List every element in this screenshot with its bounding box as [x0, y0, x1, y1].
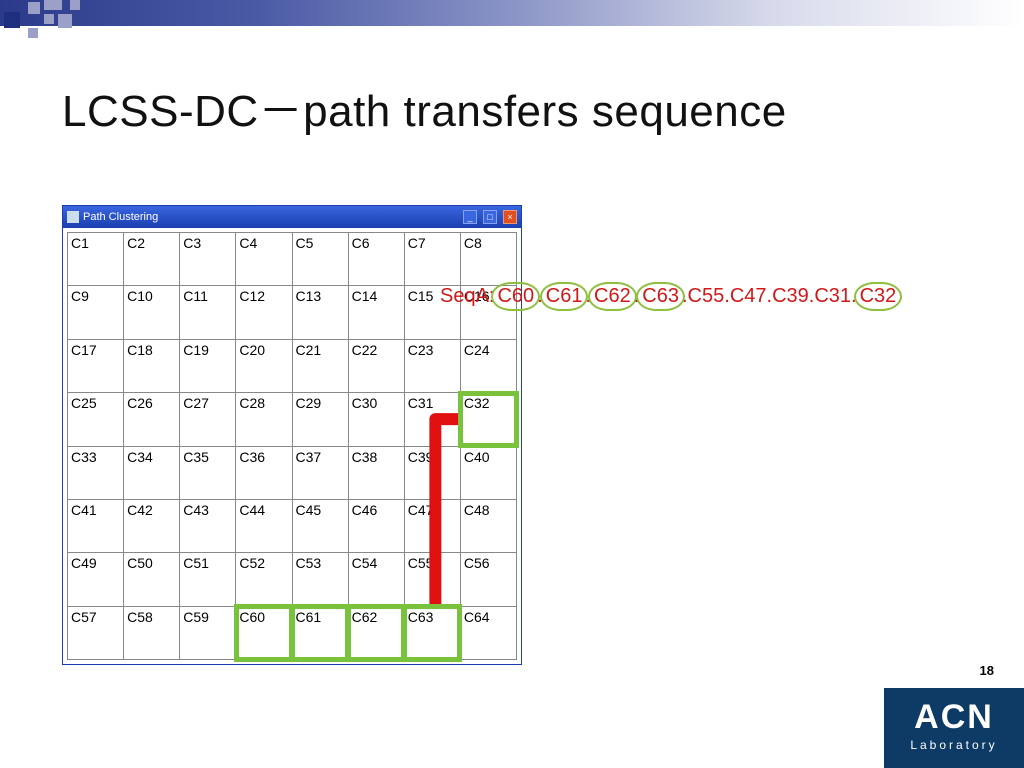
- cell-C46: C46: [348, 499, 404, 552]
- seqa-token-C47: C47: [730, 285, 767, 307]
- cell-C6: C6: [348, 233, 404, 286]
- seqa-token-C55: C55: [688, 285, 725, 307]
- cell-C10: C10: [124, 286, 180, 339]
- cell-C21: C21: [292, 339, 348, 392]
- cell-C45: C45: [292, 499, 348, 552]
- seqa-token-C63: C63: [636, 282, 685, 311]
- cell-C35: C35: [180, 446, 236, 499]
- cell-C52: C52: [236, 553, 292, 606]
- seqa-token-C60: C60: [491, 282, 540, 311]
- seqa-token-C61: C61: [540, 282, 589, 311]
- minimize-button[interactable]: _: [463, 210, 477, 224]
- cell-C54: C54: [348, 553, 404, 606]
- cell-C43: C43: [180, 499, 236, 552]
- cell-C32: C32: [460, 393, 516, 446]
- cell-C28: C28: [236, 393, 292, 446]
- cell-C58: C58: [124, 606, 180, 659]
- cell-C39: C39: [404, 446, 460, 499]
- cell-C38: C38: [348, 446, 404, 499]
- cell-C18: C18: [124, 339, 180, 392]
- cell-C49: C49: [68, 553, 124, 606]
- cell-C62: C62: [348, 606, 404, 659]
- path-clustering-window: Path Clustering _ □ × C1C2C3C4C5C6C7C8 C9…: [62, 205, 522, 665]
- cell-C48: C48: [460, 499, 516, 552]
- cell-C13: C13: [292, 286, 348, 339]
- cell-C57: C57: [68, 606, 124, 659]
- seqa-token-C31: C31: [814, 285, 851, 307]
- cell-C59: C59: [180, 606, 236, 659]
- cell-C31: C31: [404, 393, 460, 446]
- cell-C30: C30: [348, 393, 404, 446]
- cell-C2: C2: [124, 233, 180, 286]
- cell-C11: C11: [180, 286, 236, 339]
- slide-title: LCSS-DC－path transfers sequence: [62, 75, 787, 139]
- cell-C12: C12: [236, 286, 292, 339]
- cell-C8: C8: [460, 233, 516, 286]
- cell-C19: C19: [180, 339, 236, 392]
- cell-C7: C7: [404, 233, 460, 286]
- cell-C29: C29: [292, 393, 348, 446]
- cell-C64: C64: [460, 606, 516, 659]
- cell-C40: C40: [460, 446, 516, 499]
- cell-C24: C24: [460, 339, 516, 392]
- cell-C56: C56: [460, 553, 516, 606]
- cell-C60: C60: [236, 606, 292, 659]
- cell-C36: C36: [236, 446, 292, 499]
- corner-squares: [0, 0, 90, 44]
- cell-C26: C26: [124, 393, 180, 446]
- cell-C47: C47: [404, 499, 460, 552]
- cell-C37: C37: [292, 446, 348, 499]
- close-button[interactable]: ×: [503, 210, 517, 224]
- cell-C33: C33: [68, 446, 124, 499]
- cell-C14: C14: [348, 286, 404, 339]
- cell-C50: C50: [124, 553, 180, 606]
- cell-C41: C41: [68, 499, 124, 552]
- cell-C22: C22: [348, 339, 404, 392]
- cell-C44: C44: [236, 499, 292, 552]
- cell-C23: C23: [404, 339, 460, 392]
- seqa-token-C62: C62: [588, 282, 637, 311]
- window-titlebar: Path Clustering _ □ ×: [63, 206, 521, 228]
- logo-subtext: Laboratory: [884, 738, 1024, 752]
- page-number: 18: [980, 663, 994, 678]
- cell-C34: C34: [124, 446, 180, 499]
- cell-C5: C5: [292, 233, 348, 286]
- cell-C1: C1: [68, 233, 124, 286]
- cell-C9: C9: [68, 286, 124, 339]
- window-title: Path Clustering: [83, 211, 457, 223]
- acn-logo: ACN Laboratory: [884, 688, 1024, 768]
- cell-C25: C25: [68, 393, 124, 446]
- cell-C17: C17: [68, 339, 124, 392]
- cell-C61: C61: [292, 606, 348, 659]
- seqa-token-C32: C32: [854, 282, 903, 311]
- cell-C27: C27: [180, 393, 236, 446]
- cell-C55: C55: [404, 553, 460, 606]
- cell-C42: C42: [124, 499, 180, 552]
- window-app-icon: [67, 211, 79, 223]
- logo-text: ACN: [884, 700, 1024, 734]
- top-gradient-bar: [0, 0, 1024, 26]
- cell-C3: C3: [180, 233, 236, 286]
- cell-C53: C53: [292, 553, 348, 606]
- seqa-token-C39: C39: [772, 285, 809, 307]
- seqa-annotation: SeqA:C60.C61.C62.C63.C55.C47.C39.C31.C32: [440, 282, 899, 311]
- maximize-button[interactable]: □: [483, 210, 497, 224]
- cell-C20: C20: [236, 339, 292, 392]
- cell-C63: C63: [404, 606, 460, 659]
- cell-C51: C51: [180, 553, 236, 606]
- cell-C4: C4: [236, 233, 292, 286]
